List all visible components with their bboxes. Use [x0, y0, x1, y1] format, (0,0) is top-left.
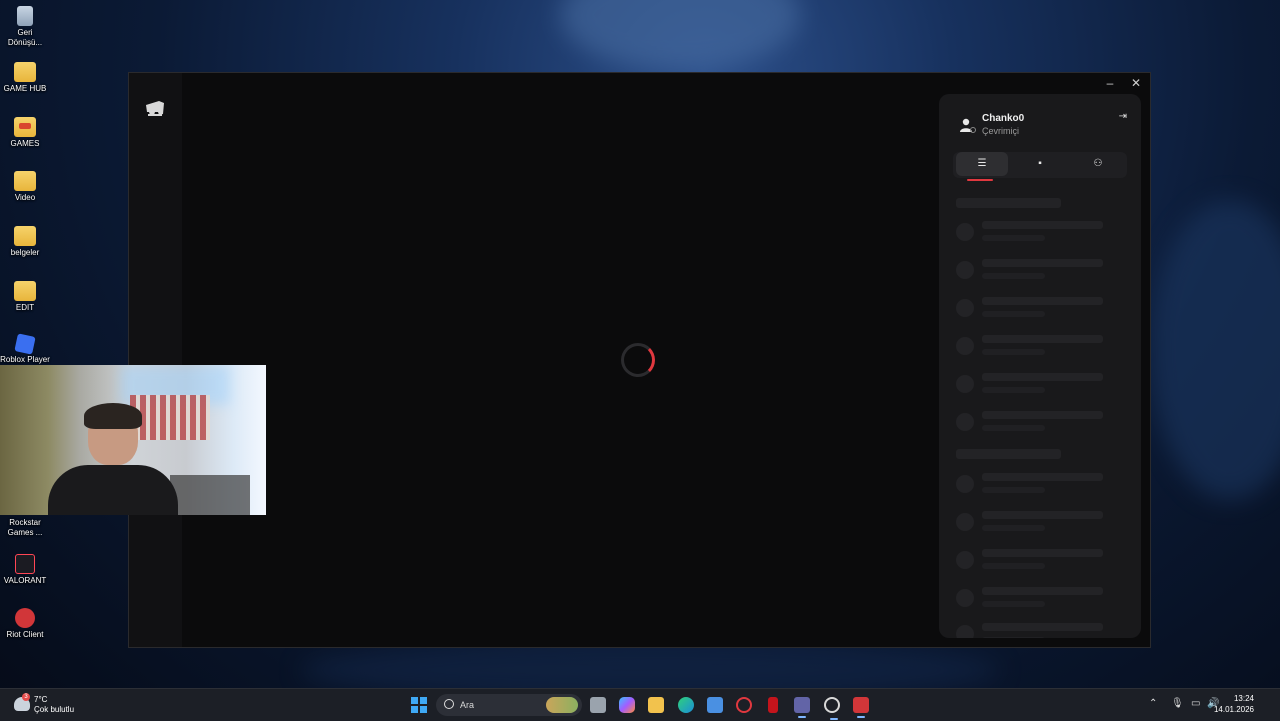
desktop-icon-label: GAMES [10, 139, 40, 148]
taskbar: 3 7°C Çok bulutlu Ara ⌃ 🎙 ▭ 🔊 13:24 14.0… [0, 688, 1280, 721]
collapse-panel-icon[interactable]: ⇥ [1119, 111, 1127, 122]
desktop-icon-roblox[interactable]: Roblox Player [0, 333, 50, 365]
skeleton-row [956, 333, 1126, 355]
clock-time[interactable]: 13:24 [1234, 694, 1254, 703]
desktop-icon-label: EDIT [15, 303, 35, 312]
skeleton-row [956, 295, 1126, 317]
skeleton-row [956, 547, 1126, 569]
close-button[interactable]: ✕ [1128, 75, 1144, 91]
active-tab-indicator [967, 179, 993, 181]
window-controls: – ✕ [1102, 75, 1144, 91]
folder-icon [14, 226, 36, 246]
riot-client-window: – ✕ Chanko0 Çevrimiçi ⇥ ☰ ▪ ⚇ [128, 72, 1151, 648]
weather-badge: 3 [22, 693, 30, 701]
user-status[interactable]: Çevrimiçi [982, 126, 1019, 136]
background-rock [1150, 200, 1280, 500]
riot-logo-icon[interactable] [145, 101, 165, 117]
username: Chanko0 [982, 113, 1025, 124]
recycle-bin-icon [17, 6, 33, 26]
app-sidebar [129, 73, 182, 647]
teams-icon[interactable] [794, 697, 810, 718]
task-view-icon[interactable] [590, 697, 606, 713]
search-box[interactable]: Ara [436, 694, 582, 716]
microphone-icon[interactable]: 🎙 [1171, 698, 1184, 709]
desktop-icon-valorant[interactable]: VALORANT [0, 554, 50, 586]
desktop-icon-riot-client[interactable]: Riot Client [0, 608, 50, 640]
person-body [48, 465, 178, 515]
desktop-icon-label: Geri Dönüşü... [7, 28, 43, 47]
background-rock [560, 0, 800, 70]
opera-icon[interactable] [736, 697, 752, 713]
folder-icon [14, 281, 36, 301]
tab-messages[interactable]: ▪ [1014, 152, 1066, 176]
store-icon[interactable] [707, 697, 723, 713]
desktop-icon-label: Rockstar Games ... [7, 518, 43, 537]
desktop-icon-video[interactable]: Video [0, 171, 50, 203]
valorant-icon [15, 554, 35, 574]
desktop-icon-label: Riot Client [6, 630, 44, 639]
desktop-icon-recycle-bin[interactable]: Geri Dönüşü... [0, 6, 50, 48]
folder-icon [14, 117, 36, 137]
tab-add-friend[interactable]: ⚇ [1072, 152, 1124, 176]
desktop-icon-label: Video [14, 193, 36, 202]
weather-description[interactable]: Çok bulutlu [34, 705, 74, 714]
riot-client-taskbar-icon[interactable] [853, 697, 869, 718]
webcam-overlay [0, 365, 266, 515]
desktop-icon-game-hub[interactable]: GAME HUB [0, 62, 50, 94]
desktop-icon-rockstar[interactable]: Rockstar Games ... [0, 518, 50, 538]
list-icon: ☰ [977, 158, 987, 169]
start-icon[interactable] [411, 697, 427, 713]
skeleton-row [956, 585, 1126, 607]
desktop-icon-label: GAME HUB [3, 84, 47, 93]
desktop-icon-belgeler[interactable]: belgeler [0, 226, 50, 258]
skeleton-row [956, 257, 1126, 279]
skeleton-row [956, 409, 1126, 431]
desktop-icon-label: VALORANT [3, 576, 47, 585]
skeleton-row [956, 219, 1126, 241]
tab-friends-list[interactable]: ☰ [956, 152, 1008, 176]
skeleton-row [956, 371, 1126, 393]
skeleton-row [956, 621, 1126, 638]
search-highlight-image [546, 697, 578, 713]
clock-date[interactable]: 14.01.2026 [1214, 705, 1254, 714]
minimize-button[interactable]: – [1102, 75, 1118, 91]
edge-icon[interactable] [678, 697, 694, 713]
chevron-up-icon[interactable]: ⌃ [1149, 698, 1157, 709]
desktop-icon-label: Roblox Player [0, 355, 50, 364]
network-icon[interactable]: ▭ [1191, 698, 1200, 709]
folder-icon [14, 62, 36, 82]
skeleton-row [956, 471, 1126, 493]
netflix-icon[interactable] [768, 697, 778, 713]
desktop-icon-edit[interactable]: EDIT [0, 281, 50, 313]
desktop-icon-label: belgeler [10, 248, 40, 257]
wall-photos [130, 395, 210, 440]
desktop-icon-games[interactable]: GAMES [0, 117, 50, 149]
file-explorer-icon[interactable] [648, 697, 664, 713]
riot-client-icon [15, 608, 35, 628]
steam-icon[interactable] [824, 697, 840, 720]
copilot-icon[interactable] [619, 697, 635, 713]
search-placeholder: Ara [460, 700, 475, 710]
skeleton-header [956, 449, 1061, 459]
weather-temperature[interactable]: 7°C [34, 695, 47, 704]
social-tabs: ☰ ▪ ⚇ [953, 152, 1127, 178]
add-person-icon: ⚇ [1093, 158, 1103, 169]
chat-icon: ▪ [1038, 158, 1042, 169]
status-indicator [970, 127, 976, 133]
folder-icon [14, 171, 36, 191]
skeleton-header [956, 198, 1061, 208]
search-icon [444, 699, 454, 709]
social-panel: Chanko0 Çevrimiçi ⇥ ☰ ▪ ⚇ [939, 94, 1141, 638]
loading-spinner [621, 343, 655, 377]
roblox-icon [14, 333, 36, 355]
skeleton-row [956, 509, 1126, 531]
